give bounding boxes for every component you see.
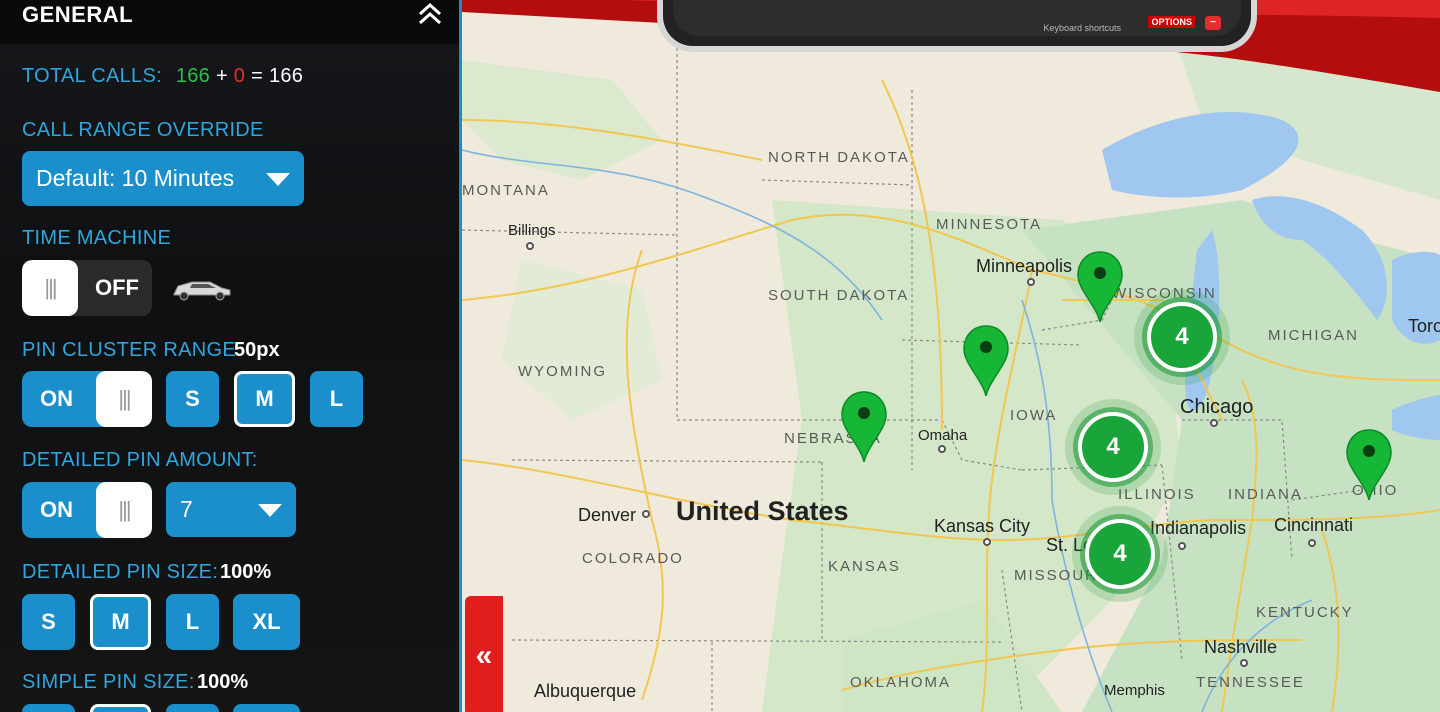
city-dot xyxy=(1240,659,1248,667)
city-label-memphis: Memphis xyxy=(1104,682,1165,699)
options-button[interactable]: OPTIONS xyxy=(1148,16,1195,28)
panel-header: GENERAL xyxy=(0,0,459,44)
cluster-size-s-button[interactable]: S xyxy=(166,371,219,427)
pin-size-s-button[interactable]: S xyxy=(22,594,75,650)
phone-screen: Keyboard shortcuts OPTIONS − xyxy=(673,0,1241,36)
state-label-kansas: KANSAS xyxy=(828,558,901,575)
city-dot xyxy=(1178,542,1186,550)
city-dot xyxy=(1210,419,1218,427)
pin-cluster[interactable]: 4 xyxy=(1085,519,1155,589)
city-dot xyxy=(526,242,534,250)
pin-size-m-button[interactable]: M xyxy=(90,594,151,650)
pin-cluster-range-value: 50px xyxy=(234,339,280,361)
simple-size-s-button[interactable] xyxy=(22,704,75,712)
map-pin[interactable] xyxy=(840,390,888,462)
city-label-chicago: Chicago xyxy=(1180,396,1254,418)
total-calls-total: 166 xyxy=(268,65,304,87)
state-label-colorado: COLORADO xyxy=(582,550,684,567)
city-label-omaha: Omaha xyxy=(918,427,968,444)
city-dot xyxy=(1308,539,1316,547)
detailed-pin-amount-dropdown[interactable]: 7 xyxy=(166,482,296,537)
detailed-pin-amount-value: 7 xyxy=(180,496,193,522)
detailed-pin-toggle[interactable]: ON ||| xyxy=(22,482,152,538)
pin-cluster[interactable]: 4 xyxy=(1078,412,1148,482)
map-view[interactable]: Keyboard shortcuts OPTIONS − NORTH DAKOT… xyxy=(462,0,1440,712)
state-label-wyoming: WYOMING xyxy=(518,363,607,380)
country-label: United States xyxy=(676,496,849,526)
toggle-knob: ||| xyxy=(22,260,78,316)
pin-cluster-state: ON xyxy=(40,386,73,411)
city-dot xyxy=(1027,278,1035,286)
city-dot xyxy=(983,538,991,546)
state-label-illinois: ILLINOIS xyxy=(1118,486,1196,503)
total-calls-plus: + xyxy=(215,65,228,87)
toggle-knob: ||| xyxy=(96,371,152,427)
keyboard-shortcuts-label: Keyboard shortcuts xyxy=(1043,23,1121,33)
time-machine-label: TIME MACHINE xyxy=(22,227,172,249)
map-pin[interactable] xyxy=(1076,250,1124,322)
state-label-minnesota: MINNESOTA xyxy=(936,216,1043,233)
state-label-tennessee: TENNESSEE xyxy=(1196,674,1305,691)
city-label-minneapolis: Minneapolis xyxy=(976,256,1073,276)
state-label-montana: MONTANA xyxy=(462,182,550,199)
pin-size-xl-button[interactable]: XL xyxy=(233,594,300,650)
minus-icon[interactable]: − xyxy=(1205,16,1221,30)
time-machine-toggle[interactable]: ||| OFF xyxy=(22,260,152,316)
map-pin[interactable] xyxy=(1345,428,1393,500)
city-label-toronto: Toronto xyxy=(1408,316,1440,336)
pin-cluster-toggle[interactable]: ON ||| xyxy=(22,371,152,427)
city-label-denver: Denver xyxy=(578,505,637,525)
call-range-dropdown[interactable]: Default: 10 Minutes xyxy=(22,151,304,206)
state-label-oklahoma: OKLAHOMA xyxy=(850,674,952,691)
cluster-size-l-button[interactable]: L xyxy=(310,371,363,427)
city-label-kansas-city: Kansas City xyxy=(934,516,1031,536)
detailed-pin-size-value: 100% xyxy=(220,561,272,583)
state-label-iowa: IOWA xyxy=(1010,407,1058,424)
city-dot xyxy=(642,510,650,518)
chevron-up-double-icon[interactable] xyxy=(416,2,444,26)
city-label-billings: Billings xyxy=(508,222,556,239)
caret-down-icon xyxy=(258,503,282,517)
city-label-albuquerque: Albuquerque xyxy=(534,681,637,701)
map-pin[interactable] xyxy=(962,324,1010,396)
city-label-cincinnati: Cincinnati xyxy=(1274,515,1354,535)
time-machine-state: OFF xyxy=(95,275,139,300)
simple-size-l-button[interactable] xyxy=(166,704,219,712)
state-label-north-dakota: NORTH DAKOTA xyxy=(768,149,910,166)
total-calls-b: 0 xyxy=(233,65,246,87)
phone-mockup: Keyboard shortcuts OPTIONS − xyxy=(657,0,1257,52)
pin-size-l-button[interactable]: L xyxy=(166,594,219,650)
call-range-label: CALL RANGE OVERRIDE xyxy=(22,119,264,141)
total-calls-label: TOTAL CALLS: xyxy=(22,65,162,87)
state-label-south-dakota: SOUTH DAKOTA xyxy=(768,287,910,304)
pin-cluster-range-label: PIN CLUSTER RANGE xyxy=(22,339,237,361)
cluster-size-m-button[interactable]: M xyxy=(234,371,295,427)
city-dot xyxy=(938,445,946,453)
simple-pin-size-value: 100% xyxy=(197,671,249,693)
simple-size-m-button[interactable] xyxy=(90,704,151,712)
city-label-indianapolis: Indianapolis xyxy=(1150,518,1247,538)
detailed-pin-state: ON xyxy=(40,497,73,522)
caret-down-icon xyxy=(266,172,290,186)
state-label-kentucky: KENTUCKY xyxy=(1256,604,1354,621)
delorean-car-icon xyxy=(173,281,231,301)
call-range-value: Default: 10 Minutes xyxy=(36,165,235,191)
detailed-pin-amount-label: DETAILED PIN AMOUNT: xyxy=(22,449,258,471)
simple-pin-size-label: SIMPLE PIN SIZE: xyxy=(22,671,195,693)
state-label-indiana: INDIANA xyxy=(1228,486,1303,503)
total-calls-eq: = xyxy=(251,65,264,87)
simple-size-xl-button[interactable] xyxy=(233,704,300,712)
total-calls-row: TOTAL CALLS: 166 + 0 = 166 xyxy=(22,65,303,88)
detailed-pin-size-label: DETAILED PIN SIZE: xyxy=(22,561,219,583)
panel-title: GENERAL xyxy=(22,2,134,27)
state-label-michigan: MICHIGAN xyxy=(1268,327,1359,344)
collapse-panel-button[interactable]: « xyxy=(465,596,503,712)
state-label-wisconsin: WISCONSIN xyxy=(1112,285,1217,302)
total-calls-a: 166 xyxy=(175,65,211,87)
settings-panel: GENERAL TOTAL CALLS: 166 + 0 = 166 CALL … xyxy=(0,0,462,712)
city-label-nashville: Nashville xyxy=(1204,637,1278,657)
pin-cluster[interactable]: 4 xyxy=(1147,302,1217,372)
toggle-knob: ||| xyxy=(96,482,152,538)
